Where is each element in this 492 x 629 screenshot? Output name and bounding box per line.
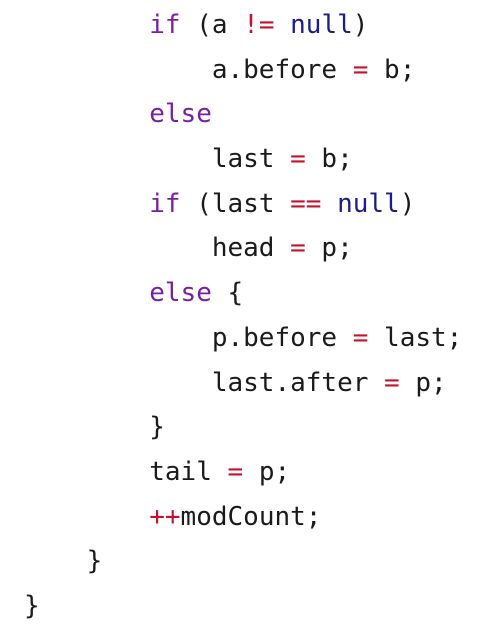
code-line: a.before = b;	[24, 48, 462, 93]
code-line: }	[24, 539, 462, 584]
code-operator: =	[227, 456, 244, 487]
code-literal: null	[290, 10, 353, 40]
code-operator: =	[290, 233, 306, 264]
code-text: (last	[180, 188, 291, 219]
code-text: p;	[243, 456, 291, 487]
code-text: last	[211, 144, 291, 175]
code-text: last.after	[211, 367, 385, 398]
code-text: (a	[180, 10, 244, 40]
code-text: p.before	[211, 322, 353, 353]
code-text: p;	[399, 367, 447, 398]
code-line: head = p;	[24, 226, 462, 271]
code-text: {	[211, 278, 244, 309]
code-line: last = b;	[24, 137, 462, 182]
code-line: }	[24, 584, 462, 629]
code-operator: =	[290, 144, 306, 175]
code-text: last;	[368, 322, 463, 353]
code-operator: ++	[149, 501, 181, 532]
code-line: tail = p;	[24, 450, 462, 495]
code-operator: !=	[243, 10, 275, 40]
code-text: p;	[305, 233, 353, 264]
code-text: }	[86, 546, 103, 577]
code-operator: =	[384, 367, 400, 398]
code-line: p.before = last;	[24, 316, 462, 361]
code-text: head	[211, 233, 291, 264]
code-line: }	[24, 405, 462, 450]
code-text: b;	[305, 144, 353, 175]
code-text: tail	[149, 456, 228, 487]
code-keyword: else	[149, 278, 212, 309]
code-line: else	[24, 92, 462, 137]
code-line: if (last == null)	[24, 182, 462, 227]
code-operator: ==	[290, 188, 322, 219]
code-keyword: if	[149, 188, 181, 219]
code-text: }	[24, 590, 40, 621]
code-operator: =	[352, 322, 369, 353]
code-keyword: else	[149, 99, 212, 130]
code-block: if (a != null) a.before = b; else last =…	[24, 3, 462, 629]
code-line: else {	[24, 271, 462, 316]
code-text: modCount;	[180, 501, 322, 532]
code-line: ++modCount;	[24, 495, 462, 540]
code-keyword: if	[149, 10, 181, 40]
code-text: }	[149, 412, 165, 443]
code-text: )	[352, 10, 369, 40]
code-line: if (a != null)	[24, 3, 462, 48]
code-text: a.before	[211, 54, 353, 85]
code-literal: null	[337, 188, 400, 219]
code-operator: =	[352, 54, 369, 85]
code-text: b;	[368, 54, 416, 85]
code-text: )	[399, 188, 416, 219]
code-line: last.after = p;	[24, 361, 462, 406]
